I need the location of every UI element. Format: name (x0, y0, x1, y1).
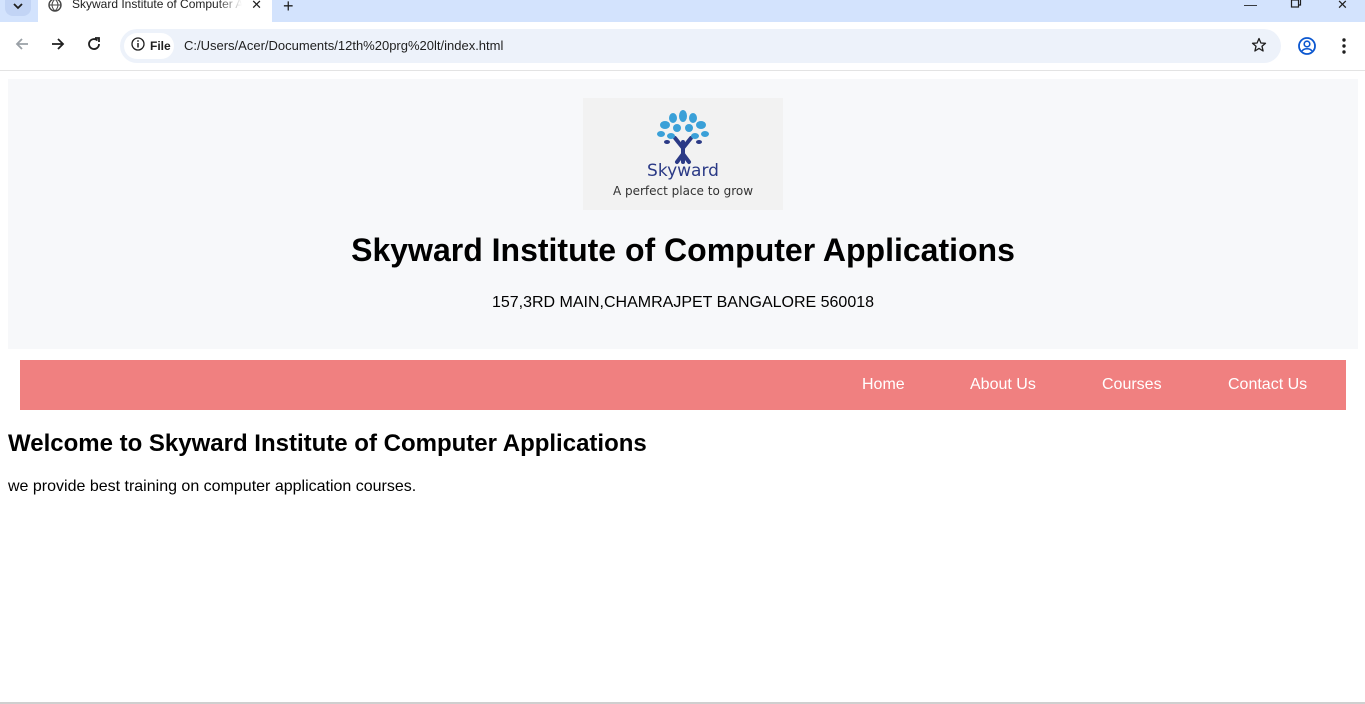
arrow-left-icon (14, 36, 30, 57)
profile-icon[interactable] (1297, 36, 1317, 61)
site-logo: Skyward A perfect place to grow (583, 98, 783, 210)
url-text[interactable]: C:/Users/Acer/Documents/12th%20prg%20lt/… (184, 38, 503, 53)
kebab-menu-icon[interactable] (1336, 36, 1352, 61)
nav-courses-link[interactable]: Courses (1102, 376, 1162, 394)
minimize-icon[interactable]: — (1244, 0, 1257, 12)
tab-close-icon[interactable]: ✕ (251, 0, 262, 13)
nav-contact-link[interactable]: Contact Us (1228, 376, 1307, 394)
site-header: Skyward A perfect place to grow Skyward … (8, 79, 1358, 349)
bookmark-star-icon[interactable] (1251, 37, 1267, 58)
forward-button[interactable] (48, 36, 68, 56)
arrow-right-icon (50, 36, 66, 57)
new-tab-icon[interactable]: + (283, 0, 294, 17)
institute-address: 157,3RD MAIN,CHAMRAJPET BANGALORE 560018 (491, 294, 875, 311)
address-bar[interactable]: File C:/Users/Acer/Documents/12th%20prg%… (120, 29, 1281, 63)
tab-search-button[interactable] (5, 0, 31, 16)
browser-toolbar: File C:/Users/Acer/Documents/12th%20prg%… (0, 22, 1365, 71)
tab-title: Skyward Institute of Computer Applicatio… (72, 0, 242, 11)
site-info-label: File (150, 39, 171, 53)
info-icon (131, 36, 145, 56)
intro-text: we provide best training on computer app… (8, 478, 417, 495)
nav-home-link[interactable]: Home (862, 376, 905, 394)
reload-button[interactable] (84, 36, 104, 56)
restore-icon[interactable] (1290, 0, 1302, 12)
page-content: Skyward A perfect place to grow Skyward … (0, 71, 1365, 704)
main-navbar: Home About Us Courses Contact Us (20, 360, 1346, 410)
nav-about-link[interactable]: About Us (970, 376, 1036, 394)
chevron-down-icon (12, 0, 24, 17)
browser-tab[interactable]: Skyward Institute of Computer Applicatio… (38, 0, 272, 22)
tab-strip: Skyward Institute of Computer Applicatio… (0, 0, 1365, 22)
back-button[interactable] (12, 36, 32, 56)
globe-icon (48, 0, 62, 12)
close-window-icon[interactable]: ✕ (1337, 0, 1348, 13)
logo-tagline: A perfect place to grow (612, 184, 754, 198)
reload-icon (86, 36, 102, 57)
site-title: Skyward Institute of Computer Applicatio… (351, 232, 1015, 268)
logo-name: Skyward (647, 161, 719, 181)
site-info-chip[interactable]: File (124, 33, 174, 59)
welcome-heading: Welcome to Skyward Institute of Computer… (8, 430, 647, 457)
